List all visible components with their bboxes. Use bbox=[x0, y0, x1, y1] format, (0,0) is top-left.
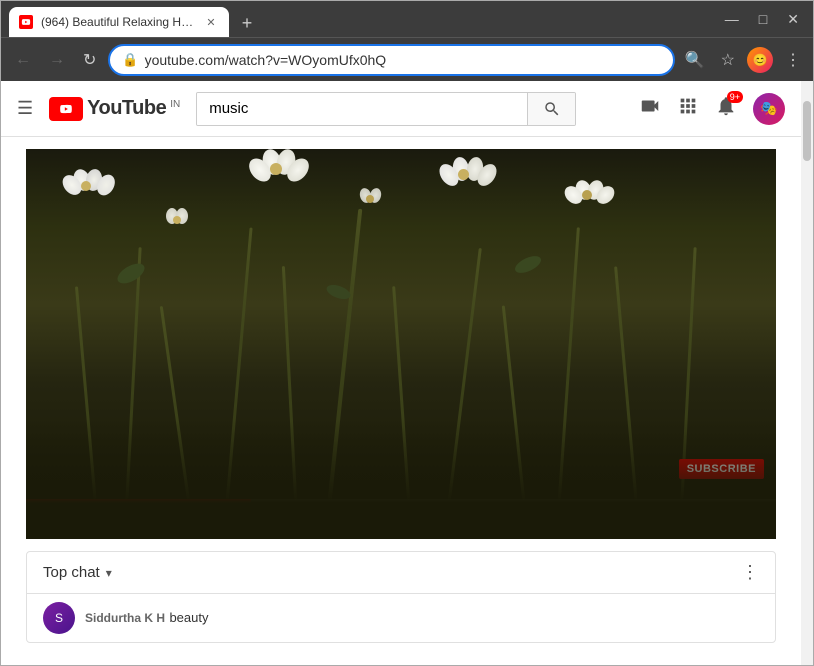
browser-frame: (964) Beautiful Relaxing Hymns... ✕ + — … bbox=[0, 0, 814, 666]
address-bar-actions: 🔍 ☆ 😊 ⋮ bbox=[681, 46, 805, 74]
scrollbar-thumb[interactable] bbox=[803, 101, 811, 161]
forward-button[interactable]: → bbox=[43, 47, 71, 73]
chat-message: S Siddurtha K H beauty bbox=[27, 594, 775, 642]
maximize-button[interactable]: □ bbox=[753, 9, 773, 29]
more-menu-icon[interactable]: ⋮ bbox=[781, 46, 805, 74]
minimize-button[interactable]: — bbox=[719, 9, 745, 29]
url-text: youtube.com/watch?v=WOyomUfx0hQ bbox=[145, 52, 661, 68]
youtube-search-button[interactable] bbox=[527, 93, 575, 125]
youtube-text: YouTube bbox=[87, 97, 166, 120]
video-container: SUBSCRIBE ▶ ⏭ 🔊 • LIVE bbox=[26, 149, 776, 539]
video-background bbox=[26, 149, 776, 539]
video-thumbnail[interactable]: SUBSCRIBE ▶ ⏭ 🔊 • LIVE bbox=[26, 149, 776, 539]
chat-header: Top chat ▾ ⋮ bbox=[27, 552, 775, 594]
chat-username: Siddurtha K H bbox=[85, 611, 165, 625]
scrollbar-track[interactable] bbox=[801, 81, 813, 665]
address-bar[interactable]: 🔒 youtube.com/watch?v=WOyomUfx0hQ bbox=[108, 44, 674, 76]
youtube-logo[interactable]: YouTube IN bbox=[49, 97, 180, 121]
active-tab[interactable]: (964) Beautiful Relaxing Hymns... ✕ bbox=[9, 7, 229, 37]
chat-user-avatar: S bbox=[43, 602, 75, 634]
upload-button[interactable] bbox=[639, 95, 661, 123]
address-bar-row: ← → ↻ 🔒 youtube.com/watch?v=WOyomUfx0hQ … bbox=[1, 37, 813, 81]
chat-more-button[interactable]: ⋮ bbox=[741, 562, 759, 582]
tab-close-button[interactable]: ✕ bbox=[203, 14, 219, 30]
hamburger-menu-icon[interactable]: ☰ bbox=[17, 98, 33, 119]
tab-title: (964) Beautiful Relaxing Hymns... bbox=[41, 15, 195, 29]
youtube-search-input[interactable] bbox=[197, 93, 527, 125]
new-tab-button[interactable]: + bbox=[233, 9, 261, 37]
chat-message-text: beauty bbox=[169, 610, 208, 625]
youtube-header: ☰ YouTube IN bbox=[1, 81, 801, 137]
chat-message-content: Siddurtha K H beauty bbox=[85, 609, 759, 627]
notifications-button[interactable]: 9+ bbox=[715, 95, 737, 123]
lock-icon: 🔒 bbox=[122, 52, 138, 68]
chat-header-right: ⋮ bbox=[741, 562, 759, 583]
close-button[interactable]: ✕ bbox=[781, 9, 805, 30]
bookmark-icon[interactable]: ☆ bbox=[717, 46, 739, 74]
page-with-scrollbar: ☰ YouTube IN bbox=[1, 81, 813, 665]
user-avatar[interactable]: 😊 bbox=[747, 47, 773, 73]
youtube-country: IN bbox=[170, 99, 180, 110]
chat-title-text: Top chat bbox=[43, 564, 100, 581]
back-button[interactable]: ← bbox=[9, 47, 37, 73]
user-account-avatar[interactable]: 🎭 bbox=[753, 93, 785, 125]
tab-favicon bbox=[19, 15, 33, 29]
chat-section: Top chat ▾ ⋮ S Siddurtha K H beauty bbox=[26, 551, 776, 643]
window-controls: — □ ✕ bbox=[719, 9, 805, 30]
title-bar: (964) Beautiful Relaxing Hymns... ✕ + — … bbox=[1, 1, 813, 37]
page-content: ☰ YouTube IN bbox=[1, 81, 801, 665]
youtube-header-right: 9+ 🎭 bbox=[639, 93, 785, 125]
chat-title: Top chat ▾ bbox=[43, 564, 112, 581]
notification-badge: 9+ bbox=[727, 91, 743, 103]
youtube-search-bar[interactable] bbox=[196, 92, 576, 126]
search-icon[interactable]: 🔍 bbox=[681, 46, 709, 74]
youtube-logo-icon bbox=[49, 97, 83, 121]
reload-button[interactable]: ↻ bbox=[77, 46, 102, 74]
video-section: SUBSCRIBE ▶ ⏭ 🔊 • LIVE bbox=[1, 149, 801, 643]
tab-area: (964) Beautiful Relaxing Hymns... ✕ + bbox=[9, 1, 713, 37]
chat-dropdown-icon[interactable]: ▾ bbox=[106, 566, 112, 580]
apps-button[interactable] bbox=[677, 95, 699, 123]
